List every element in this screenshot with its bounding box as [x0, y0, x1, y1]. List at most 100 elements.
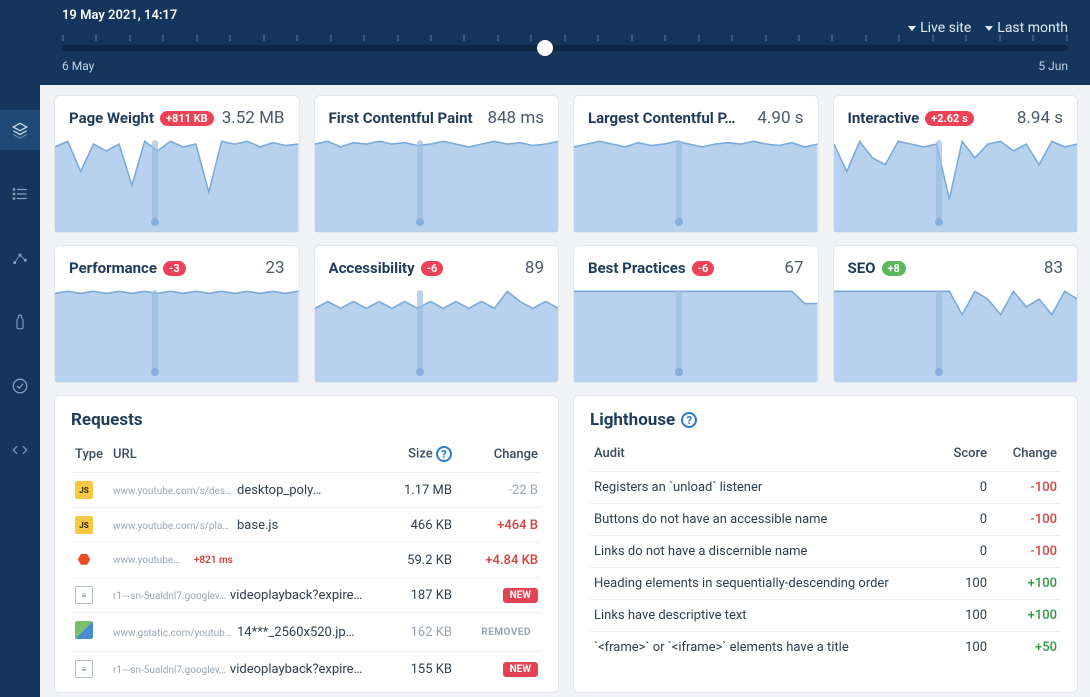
metric-title: SEO [848, 259, 876, 277]
metric-sparkline [834, 286, 1078, 382]
help-icon[interactable]: ? [681, 412, 697, 428]
metric-title: Page Weight [69, 109, 154, 127]
metric-card[interactable]: SEO +8 83 [833, 245, 1079, 383]
lighthouse-title: Lighthouse ? [590, 410, 1061, 430]
audit-cell: Buttons do not have an accessible name [590, 504, 931, 536]
size-cell: 155 KB [376, 652, 456, 687]
audit-cell: `<frame>` or `<iframe>` elements have a … [590, 632, 931, 664]
change-cell: +100 [991, 600, 1061, 632]
url-path: 14***_2560x520.jp… [237, 625, 354, 640]
help-icon[interactable]: ? [436, 446, 452, 462]
url-host: www.youtube… [113, 555, 180, 566]
metric-title: Accessibility [329, 259, 415, 277]
metric-card[interactable]: First Contentful Paint 848 ms [314, 95, 560, 233]
metric-sparkline [55, 136, 299, 232]
table-row[interactable]: Links have descriptive text 100 +100 [590, 600, 1061, 632]
table-row[interactable]: ⬣ www.youtube…+821 ms 59.2 KB +4.84 KB [71, 543, 542, 578]
lighthouse-table: Audit Score Change Registers an `unload`… [590, 440, 1061, 663]
range-end: 5 Jun [1038, 59, 1068, 73]
document-icon: ≡ [75, 660, 93, 678]
col-score: Score [931, 440, 991, 472]
metric-value: 4.90 s [757, 108, 803, 128]
image-icon [75, 621, 93, 639]
topbar: Live site Last month 19 May 2021, 14:17 … [40, 0, 1090, 85]
change-cell: REMOVED [456, 613, 542, 652]
chevron-down-icon [908, 26, 916, 31]
col-size[interactable]: Size ? [376, 440, 456, 473]
metric-card[interactable]: Best Practices -6 67 [573, 245, 819, 383]
table-row[interactable]: ≡ r1---sn-5ualdnl7.googlev… videoplayback… [71, 652, 542, 687]
metric-value: 8.94 s [1017, 108, 1063, 128]
table-row[interactable]: Registers an `unload` listener 0 -100 [590, 472, 1061, 504]
metric-card[interactable]: Page Weight +811 KB 3.52 MB [54, 95, 300, 233]
score-cell: 100 [931, 600, 991, 632]
metric-value: 83 [1044, 258, 1063, 278]
metric-card[interactable]: Interactive +2.62 s 8.94 s [833, 95, 1079, 233]
score-cell: 0 [931, 504, 991, 536]
timeline-slider[interactable]: 6 May 5 Jun [62, 35, 1068, 67]
nav-network[interactable] [0, 238, 40, 278]
size-cell: 466 KB [376, 508, 456, 543]
range-start: 6 May [62, 59, 94, 73]
html-icon: ⬣ [75, 551, 93, 569]
requests-panel: Requests Type URL Size ? Change JS www.y… [54, 395, 559, 693]
url-path: videoplayback?expire… [230, 662, 362, 677]
metric-value: 3.52 MB [222, 108, 285, 128]
nav-layers[interactable] [0, 110, 40, 150]
metric-card[interactable]: Accessibility -6 89 [314, 245, 560, 383]
sidebar [0, 0, 40, 697]
table-row[interactable]: JS www.youtube.com/s/desktop/092…desktop… [71, 473, 542, 508]
js-icon: JS [75, 481, 93, 499]
metric-title: Best Practices [588, 259, 686, 277]
lighthouse-panel: Lighthouse ? Audit Score Change Register… [573, 395, 1078, 693]
url-path: videoplayback?expire… [230, 588, 362, 603]
url-host: r1---sn-5ualdnl7.googlev… [113, 665, 226, 676]
col-type: Type [71, 440, 109, 473]
change-cell: +464 B [456, 508, 542, 543]
table-row[interactable]: ≡ r1---sn-5ualdnl7.googlev…videoplayback… [71, 578, 542, 613]
audit-cell: Links do not have a discernible name [590, 536, 931, 568]
audit-cell: Registers an `unload` listener [590, 472, 931, 504]
metric-badge: +811 KB [160, 111, 214, 126]
document-icon: ≡ [75, 586, 93, 604]
change-cell: -100 [991, 472, 1061, 504]
metric-sparkline [315, 286, 559, 382]
metric-card[interactable]: Largest Contentful P… 4.90 s [573, 95, 819, 233]
table-row[interactable]: JS www.youtube.com/s/player/fba9…base.js… [71, 508, 542, 543]
metric-badge: -6 [421, 261, 444, 276]
new-pill: NEW [503, 588, 538, 603]
nav-check[interactable] [0, 366, 40, 406]
timeline-knob[interactable] [537, 40, 553, 56]
nav-list[interactable] [0, 174, 40, 214]
metric-value: 89 [525, 258, 544, 278]
size-cell: 162 KB [376, 613, 456, 652]
metric-sparkline [834, 136, 1078, 232]
nav-bottle[interactable] [0, 302, 40, 342]
audit-cell: Heading elements in sequentially-descend… [590, 568, 931, 600]
change-cell: +4.84 KB [456, 543, 542, 578]
metric-title: Largest Contentful P… [588, 109, 736, 127]
change-cell: -22 B [456, 473, 542, 508]
table-row[interactable]: `<frame>` or `<iframe>` elements have a … [590, 632, 1061, 664]
metric-card[interactable]: Performance -3 23 [54, 245, 300, 383]
audit-cell: Links have descriptive text [590, 600, 931, 632]
col-url: URL [109, 440, 376, 473]
table-row[interactable]: Buttons do not have an accessible name 0… [590, 504, 1061, 536]
score-cell: 0 [931, 472, 991, 504]
table-row[interactable]: Heading elements in sequentially-descend… [590, 568, 1061, 600]
change-cell: NEW [456, 652, 542, 687]
change-cell: -100 [991, 536, 1061, 568]
table-row[interactable]: www.gstatic.com/youtube/i…14***_2560x520… [71, 613, 542, 652]
metric-badge: +8 [882, 261, 906, 276]
nav-code[interactable] [0, 430, 40, 470]
col-change: Change [991, 440, 1061, 472]
change-cell: +100 [991, 568, 1061, 600]
period-dropdown[interactable]: Last month [985, 20, 1068, 36]
new-pill: NEW [503, 662, 538, 677]
site-dropdown[interactable]: Live site [908, 20, 971, 36]
table-row[interactable]: Links do not have a discernible name 0 -… [590, 536, 1061, 568]
js-icon: JS [75, 516, 93, 534]
metric-sparkline [315, 136, 559, 232]
metric-title: Interactive [848, 109, 920, 127]
metric-sparkline [574, 136, 818, 232]
